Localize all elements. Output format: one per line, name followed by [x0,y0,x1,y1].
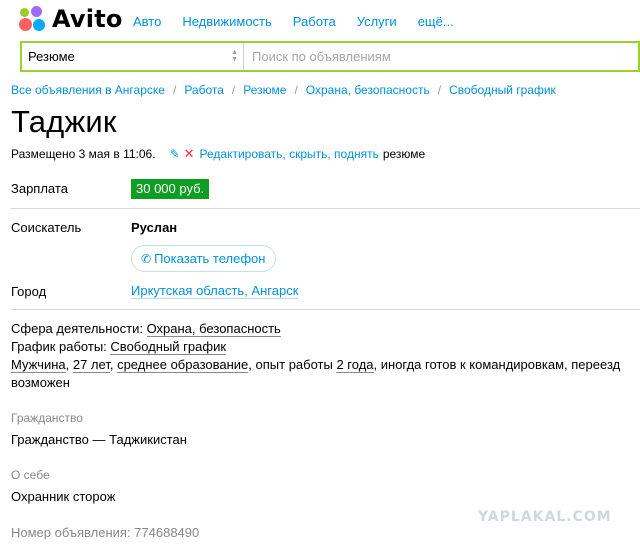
divider [11,309,640,310]
divider [11,208,640,209]
search-input[interactable] [244,43,638,70]
breadcrumb-item-schedule[interactable]: Свободный график [449,83,556,97]
select-arrows-icon: ▲ ▼ [231,49,238,63]
seeker-label: Соискатель [11,220,82,235]
page-title: Таджик [11,104,117,139]
posted-date: Размещено 3 мая в 11:06. [11,147,156,161]
breadcrumb-separator: / [437,83,442,97]
category-select-value: Резюме [28,49,75,64]
show-phone-label: Показать телефон [154,251,266,266]
about-label: О себе [11,468,50,482]
logo-text: Avito [52,5,123,33]
education-value: среднее образование [117,357,249,373]
breadcrumb-item-all[interactable]: Все объявления в Ангарске [11,83,165,97]
nav-item-jobs[interactable]: Работа [293,14,336,29]
sphere-line: Сфера деятельности: Охрана, безопасность [11,320,631,338]
salary-badge: 30 000 руб. [131,179,210,199]
watermark: YAPLAKAL.COM [478,509,612,525]
nav-item-more[interactable]: ещё... [418,14,454,29]
logo-dots-icon [19,5,47,33]
phone-icon: ✆ [141,251,152,266]
nav-item-services[interactable]: Услуги [357,14,397,29]
city-label: Город [11,284,47,299]
posting-meta: Размещено 3 мая в 11:06. ✎ ✕ Редактирова… [11,146,425,162]
pencil-icon[interactable]: ✎ [170,147,180,161]
schedule-line: График работы: Свободный график [11,338,631,356]
breadcrumb-item-resume[interactable]: Резюме [243,83,286,97]
city-link[interactable]: Иркутская область, Ангарск [131,284,299,299]
breadcrumb-separator: / [231,83,236,97]
meta-tail: резюме [382,147,426,161]
seeker-name: Руслан [131,220,178,235]
top-nav: Авто Недвижимость Работа Услуги ещё... [133,14,475,29]
profile-line: Мужчина, 27 лет, среднее образование, оп… [11,357,621,390]
resume-description: Сфера деятельности: Охрана, безопасность… [11,320,631,392]
show-phone-button[interactable]: ✆ Показать телефон [131,245,276,272]
breadcrumb: Все объявления в Ангарске / Работа / Рез… [11,83,556,97]
age-value: 27 лет [72,357,110,373]
experience-prefix: опыт работы [255,357,333,372]
salary-label: Зарплата [11,181,68,196]
avito-logo[interactable]: Avito [19,5,123,33]
breadcrumb-item-security[interactable]: Охрана, безопасность [306,83,430,97]
sphere-value: Охрана, безопасность [146,321,281,337]
citizenship-text: Гражданство — Таджикистан [11,432,187,447]
citizenship-label: Гражданство [11,411,83,425]
schedule-label: График работы: [11,339,107,354]
schedule-value: Свободный график [110,339,227,355]
breadcrumb-item-jobs[interactable]: Работа [184,83,224,97]
experience-value: 2 года [336,357,374,373]
sphere-label: Сфера деятельности: [11,321,143,336]
edit-hide-raise-link[interactable]: Редактировать, скрыть, поднять [200,147,379,161]
breadcrumb-separator: / [172,83,177,97]
nav-item-realty[interactable]: Недвижимость [182,14,271,29]
category-select[interactable]: Резюме ▲ ▼ [22,43,244,70]
gender-value: Мужчина [11,357,66,373]
header: Avito Авто Недвижимость Работа Услуги ещ… [0,0,640,40]
nav-item-auto[interactable]: Авто [133,14,161,29]
ad-number: Номер объявления: 774688490 [11,525,200,540]
close-icon[interactable]: ✕ [184,146,195,162]
about-text: Охранник сторож [11,489,116,504]
search-bar: Резюме ▲ ▼ [20,41,640,72]
breadcrumb-separator: / [294,83,298,97]
